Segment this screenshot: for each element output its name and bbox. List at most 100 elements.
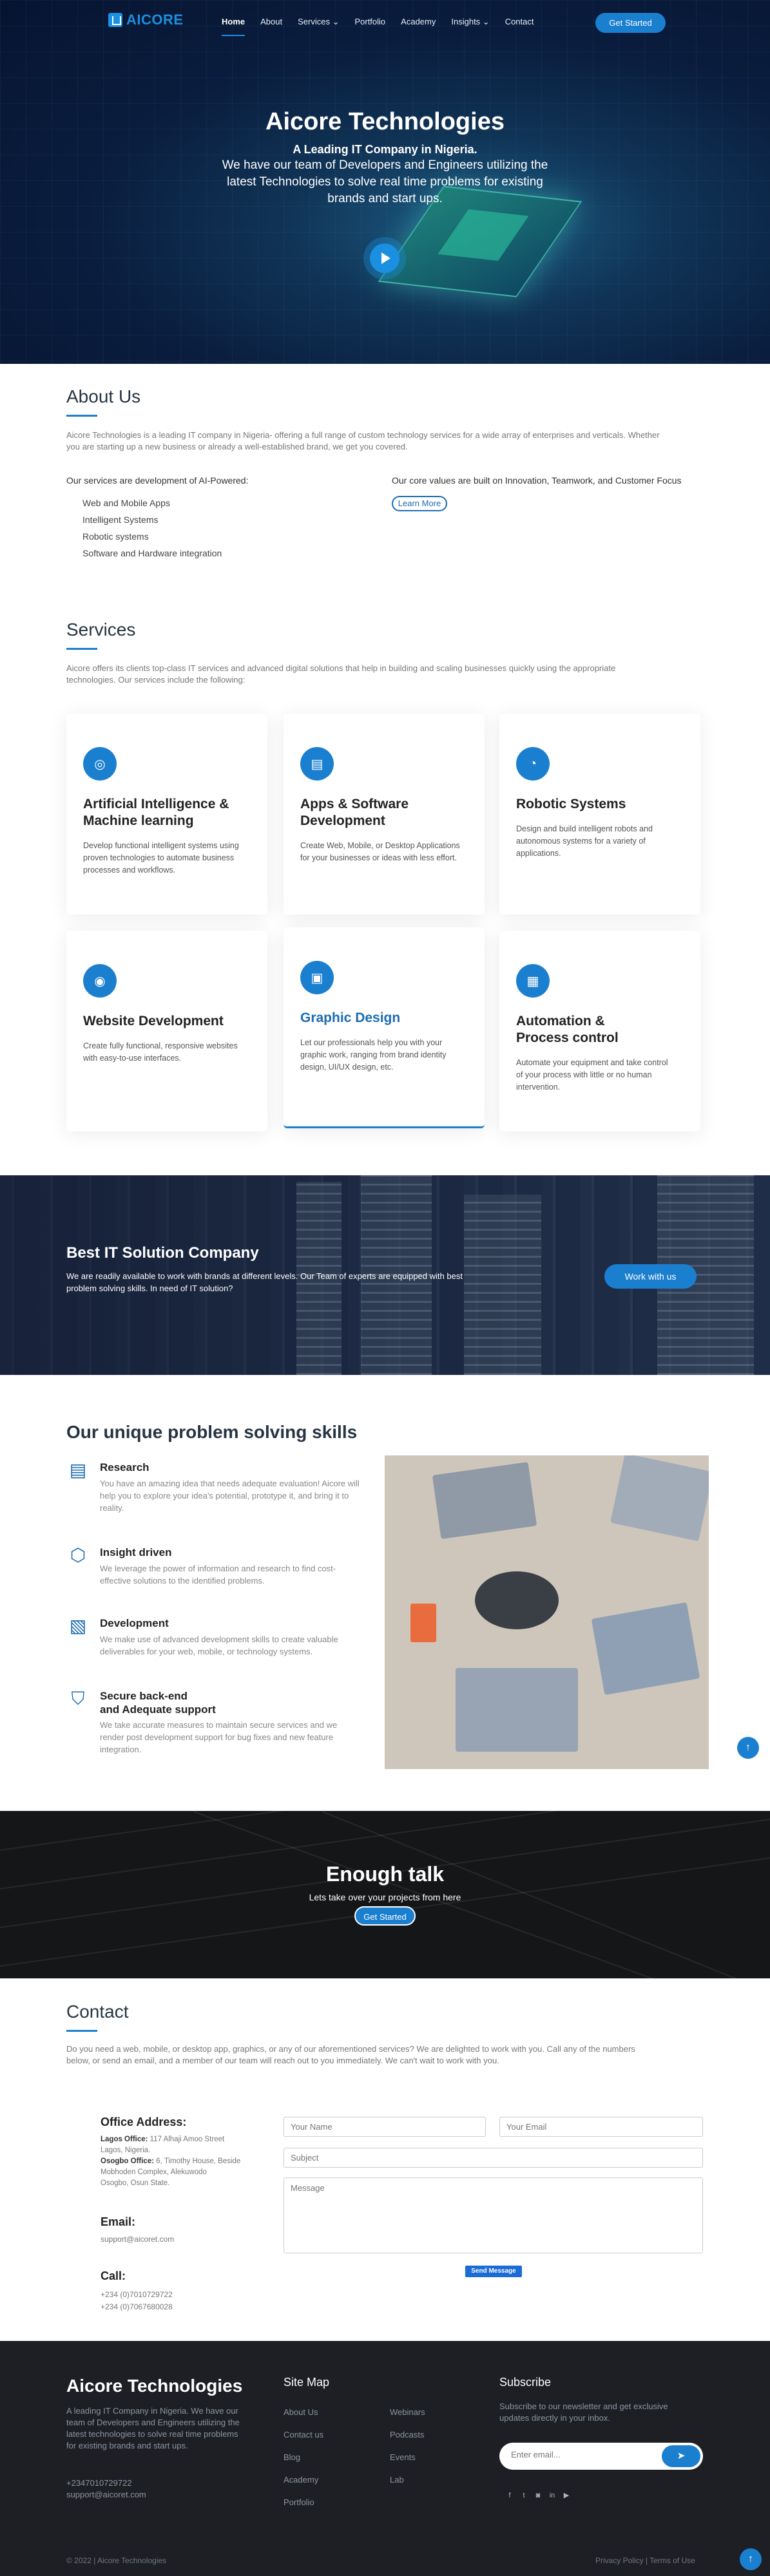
hexagon-icon: ⬡ xyxy=(70,1545,86,1565)
youtube-icon[interactable]: ▶ xyxy=(561,2490,572,2501)
heading-underline xyxy=(66,415,97,417)
hero-line-1: We have our team of Developers and Engin… xyxy=(222,158,548,172)
monitor-icon: ▣ xyxy=(300,961,334,994)
service-card[interactable]: ▤ Apps & Software Development Create Web, M… xyxy=(284,714,485,914)
about-list-item: Robotic systems xyxy=(82,531,149,542)
service-card-title-line-2: Machine learning xyxy=(83,813,194,828)
arrow-up-icon: ↑ xyxy=(746,1742,751,1753)
message-textarea[interactable] xyxy=(284,2177,703,2253)
description-line: integration. xyxy=(100,1745,142,1754)
brain-icon: ◎ xyxy=(83,747,117,781)
footer-link-events[interactable]: Events xyxy=(390,2452,416,2462)
email-input[interactable] xyxy=(499,2117,703,2137)
document-icon: ▤ xyxy=(300,747,334,781)
facebook-icon[interactable]: f xyxy=(505,2490,515,2501)
footer-link-blog[interactable]: Blog xyxy=(284,2452,300,2462)
service-card-title: Website Development xyxy=(83,1013,255,1030)
contact-text-2: below, or send an email, and a member of… xyxy=(66,2056,499,2065)
phone-1[interactable]: +234 (0)7010729722 xyxy=(101,2289,173,2301)
legal-links[interactable]: Privacy Policy | Terms of Use xyxy=(595,2556,695,2565)
enough-talk-get-started-button[interactable]: Get Started xyxy=(354,1906,416,1926)
service-card[interactable]: ▦ Automation & Process control Automate you… xyxy=(499,931,700,1132)
service-card[interactable]: ◔ Robotic Systems Design and build intelli… xyxy=(499,714,700,914)
send-message-button[interactable]: Send Message xyxy=(465,2266,522,2277)
newsletter-email-input[interactable] xyxy=(511,2450,653,2459)
cta-title: Best IT Solution Company xyxy=(66,1244,259,1262)
skill-title: Development xyxy=(100,1616,169,1630)
service-card[interactable]: ◉ Website Development Create fully functio… xyxy=(66,931,267,1132)
skill-description: We leverage the power of information and… xyxy=(100,1562,380,1587)
cta-text-line-2: problem solving skills. In need of IT so… xyxy=(66,1283,233,1293)
footer-link-lab[interactable]: Lab xyxy=(390,2475,404,2485)
description-line: processes and workflows. xyxy=(83,866,176,875)
skill-title-line-1: Secure back-end xyxy=(100,1690,188,1702)
enough-talk-section: Enough talk Lets take over your projects… xyxy=(0,1811,770,1978)
subscribe-text-line: updates directly in your inbox. xyxy=(499,2413,610,2423)
name-input[interactable] xyxy=(284,2117,486,2137)
phone-2[interactable]: +234 (0)7067680028 xyxy=(101,2301,173,2313)
description-line: Automate your equipment and take control xyxy=(516,1058,668,1067)
work-with-us-button[interactable]: Work with us xyxy=(604,1264,697,1289)
service-card[interactable]: ◎ Artificial Intelligence & Machine learni… xyxy=(66,714,267,914)
nav-item-home[interactable]: Home xyxy=(222,17,245,36)
footer-link-portfolio[interactable]: Portfolio xyxy=(284,2497,314,2507)
service-card-title-line-1: Apps & Software xyxy=(300,797,409,811)
linkedin-icon[interactable]: in xyxy=(547,2490,557,2501)
nav-item-services[interactable]: Services ⌄ xyxy=(298,17,339,27)
footer-scroll-to-top-button[interactable]: ↑ xyxy=(740,2548,762,2570)
footer-title: Aicore Technologies xyxy=(66,2376,243,2396)
research-icon: ▤ xyxy=(69,1460,87,1480)
nav-item-academy[interactable]: Academy xyxy=(401,17,436,27)
description-line: proven technologies to automate business xyxy=(83,853,235,862)
service-card[interactable]: ▣ Graphic Design Let our professionals hel… xyxy=(284,927,485,1128)
service-card-description: Automate your equipment and take control… xyxy=(516,1057,684,1094)
footer-link-webinars[interactable]: Webinars xyxy=(390,2407,425,2417)
top-navbar: AICORE Home About Services ⌄ Portfolio Acade… xyxy=(0,0,770,44)
service-card-title: Apps & Software Development xyxy=(300,796,472,829)
skill-description: You have an amazing idea that needs adeq… xyxy=(100,1477,380,1514)
scroll-to-top-button[interactable]: ↑ xyxy=(737,1737,759,1759)
footer-contact: +2347010729722 support@aicoret.com xyxy=(66,2477,146,2501)
service-card-description: Design and build intelligent robots and a… xyxy=(516,823,684,860)
description-line: You have an amazing idea that needs adeq… xyxy=(100,1479,360,1488)
footer-link-academy[interactable]: Academy xyxy=(284,2475,318,2485)
subject-input[interactable] xyxy=(284,2148,703,2168)
skill-title: Insight driven xyxy=(100,1546,171,1559)
office-address: Lagos Office: 117 Alhaji Amoo Street Lag… xyxy=(101,2134,268,2189)
twitter-icon[interactable]: t xyxy=(519,2490,529,2501)
footer-phone[interactable]: +2347010729722 xyxy=(66,2477,146,2489)
footer-description-line: team of Developers and Engineers utilizi… xyxy=(66,2418,240,2427)
subscribe-title: Subscribe xyxy=(499,2376,552,2389)
nav-item-contact[interactable]: Contact xyxy=(505,17,534,27)
service-card-title: Graphic Design xyxy=(300,1010,472,1027)
footer-link-contactus[interactable]: Contact us xyxy=(284,2430,323,2439)
nav-links: Home About Services ⌄ Portfolio Academy Insig… xyxy=(222,17,534,36)
logo[interactable]: AICORE xyxy=(108,12,184,28)
subscribe-text: Subscribe to our newsletter and get excl… xyxy=(499,2401,668,2424)
nav-item-insights[interactable]: Insights ⌄ xyxy=(451,17,489,27)
description-line: of your process with little or no human xyxy=(516,1070,652,1079)
learn-more-button[interactable]: Learn More xyxy=(392,496,447,511)
skill-title-line-1: Insight driven xyxy=(100,1546,172,1558)
lagos-label: Lagos Office: xyxy=(101,2136,148,2143)
service-card-title: Robotic Systems xyxy=(516,796,688,813)
logo-text: AICORE xyxy=(126,12,184,28)
team-workspace-photo xyxy=(385,1455,709,1769)
service-card-title: Automation & Process control xyxy=(516,1013,688,1046)
globe-icon: ◉ xyxy=(83,964,117,998)
newsletter-submit-button[interactable]: ➤ xyxy=(662,2445,700,2467)
footer-link-aboutus[interactable]: About Us xyxy=(284,2407,318,2417)
play-video-button[interactable] xyxy=(363,237,406,279)
footer-description-line: for existing brands and start ups. xyxy=(66,2441,188,2450)
osogbo-label: Osogbo Office: xyxy=(101,2157,155,2165)
robot-icon: ◔ xyxy=(516,747,550,781)
about-right-title: Our core values are built on Innovation,… xyxy=(392,475,682,486)
nav-item-portfolio[interactable]: Portfolio xyxy=(354,17,385,27)
footer-link-podcasts[interactable]: Podcasts xyxy=(390,2430,424,2439)
instagram-icon[interactable]: ◙ xyxy=(533,2490,543,2501)
shield-icon: ⛉ xyxy=(71,1689,85,1709)
nav-item-about[interactable]: About xyxy=(260,17,282,27)
contact-email[interactable]: support@aicoret.com xyxy=(101,2235,174,2244)
footer-email[interactable]: support@aicoret.com xyxy=(66,2489,146,2501)
get-started-button[interactable]: Get Started xyxy=(595,13,666,33)
